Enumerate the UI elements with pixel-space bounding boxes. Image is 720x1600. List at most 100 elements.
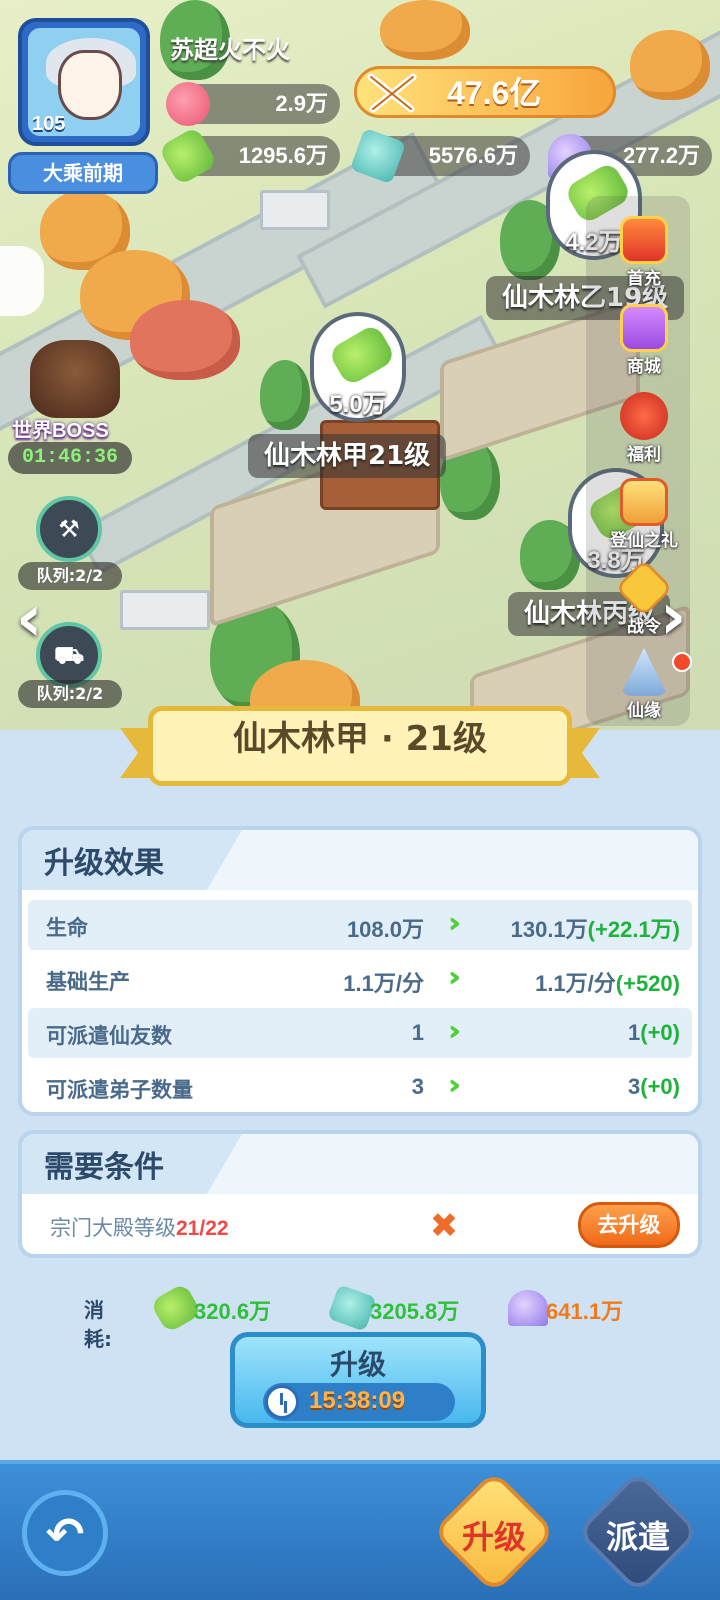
world-boss-icon[interactable]	[30, 340, 120, 418]
wood-resource[interactable]: 1295.6万	[157, 125, 340, 187]
chevron-right-icon[interactable]: ›	[660, 580, 686, 654]
cost-value: 641.1万	[546, 1299, 624, 1324]
player-avatar[interactable]: 105	[18, 18, 150, 146]
go-upgrade-button[interactable]: 去升级	[578, 1202, 680, 1248]
queue-label: 队列:2/2	[18, 680, 122, 708]
effect-current: 1.1万/分	[343, 971, 424, 996]
effect-next: 1(+0)	[628, 1020, 680, 1046]
card-header: 需要条件	[22, 1134, 698, 1194]
effect-label: 基础生产	[46, 970, 130, 994]
requirement-text: 宗门大殿等级21/22	[50, 1212, 229, 1242]
effect-next-value: 1	[628, 1020, 641, 1045]
building-label[interactable]: 仙木林甲21级	[248, 434, 447, 478]
tree	[630, 30, 710, 100]
menu-label: 登仙之礼	[610, 531, 678, 551]
effect-current: 3	[411, 1074, 424, 1099]
building-title-ribbon: 仙木林甲 · 21级	[120, 700, 600, 792]
crossed-swords-icon	[367, 73, 417, 113]
combat-power[interactable]: 47.6亿	[354, 66, 616, 118]
world-boss-timer: 01:46:36	[8, 442, 132, 474]
wood-amount: 1295.6万	[238, 143, 328, 168]
yield-amount: 5.0万	[329, 391, 387, 418]
player-name: 苏超火不火	[170, 36, 290, 64]
double-chevron-icon: ››	[448, 1068, 461, 1101]
tab-dispatch-label: 派遣	[605, 1518, 670, 1556]
back-button[interactable]: ↶	[22, 1490, 108, 1576]
side-drawer-tab[interactable]	[0, 246, 44, 316]
gift-box-icon	[620, 478, 668, 526]
effect-next: 3(+0)	[628, 1074, 680, 1100]
tree	[260, 360, 310, 430]
requirements-card: 需要条件 宗门大殿等级21/22 ✖ 去升级	[18, 1130, 702, 1258]
player-level: 105	[32, 113, 66, 135]
first-recharge-icon	[620, 216, 668, 264]
building-title: 仙木林甲 · 21级	[148, 706, 572, 786]
card-header: 升级效果	[22, 830, 698, 890]
menu-ascension-gift[interactable]: 登仙之礼	[594, 474, 694, 560]
upgrade-timer-value: 15:38:09	[309, 1387, 406, 1414]
stone-amount: 5576.6万	[428, 143, 518, 168]
requirement-progress: 21/22	[176, 1217, 229, 1240]
card-title: 升级效果	[44, 846, 164, 881]
cost-value: 320.6万	[194, 1299, 272, 1324]
effect-next-value: 130.1万	[510, 917, 588, 942]
effect-row: 生命 108.0万 ›› 130.1万(+22.1万)	[28, 900, 692, 950]
effect-delta: (+22.1万)	[587, 917, 680, 942]
combat-power-value: 47.6亿	[447, 75, 542, 111]
effect-current: 108.0万	[346, 917, 424, 942]
effect-next-value: 1.1万/分	[535, 971, 616, 996]
effect-label: 可派遣弟子数量	[46, 1078, 193, 1102]
chevron-left-icon[interactable]: ‹	[16, 582, 42, 656]
stone-resource[interactable]: 5576.6万	[349, 127, 530, 185]
realm-badge: 大乘前期	[8, 152, 158, 194]
crystal-amount: 277.2万	[622, 143, 700, 168]
menu-shop[interactable]: 商城	[594, 300, 694, 386]
requirement-label: 宗门大殿等级	[50, 1216, 176, 1240]
axe-icon: ⚒	[58, 515, 80, 543]
upgrade-button-label: 升级	[329, 1348, 386, 1381]
fence	[120, 590, 210, 630]
unmet-x-icon: ✖	[429, 1206, 459, 1246]
tree	[130, 300, 240, 380]
avatar-face	[58, 50, 122, 120]
effect-row: 基础生产 1.1万/分 ›› 1.1万/分(+520)	[28, 954, 692, 1004]
tab-upgrade-label: 升级	[461, 1518, 526, 1556]
upgrade-timer: 15:38:09	[263, 1383, 455, 1421]
cost-value: 3205.8万	[370, 1299, 460, 1324]
crystal-icon	[508, 1290, 548, 1326]
notification-dot	[672, 652, 692, 672]
tab-upgrade[interactable]: 升级	[431, 1469, 557, 1595]
effect-label: 可派遣仙友数	[46, 1024, 172, 1048]
effect-delta: (+520)	[615, 971, 680, 996]
clock-icon	[265, 1385, 299, 1419]
card-title: 需要条件	[44, 1150, 164, 1185]
peach-resource[interactable]: 2.9万	[166, 82, 340, 126]
upgrade-button[interactable]: 升级 15:38:09	[230, 1332, 486, 1428]
building-yield-bubble[interactable]: 5.0万	[310, 312, 406, 422]
peach-amount: 2.9万	[275, 91, 328, 116]
queue-button[interactable]: ⚒	[36, 496, 102, 562]
red-pouch-icon	[620, 392, 668, 440]
bottom-nav: ↶ 升级 派遣	[0, 1460, 720, 1600]
effect-delta: (+0)	[640, 1074, 680, 1099]
double-chevron-icon: ››	[448, 960, 461, 993]
tab-dispatch[interactable]: 派遣	[575, 1469, 701, 1595]
effect-row: 可派遣仙友数 1 ›› 1(+0)	[28, 1008, 692, 1058]
menu-first-recharge[interactable]: 首充	[594, 212, 694, 298]
double-chevron-icon: ››	[448, 1014, 461, 1047]
mountain-icon	[620, 648, 668, 696]
back-arrow-icon: ↶	[45, 1507, 85, 1561]
queue-button[interactable]: ⛟	[36, 622, 102, 688]
menu-welfare[interactable]: 福利	[594, 388, 694, 474]
effect-next: 130.1万(+22.1万)	[511, 912, 680, 944]
double-chevron-icon: ››	[448, 906, 461, 939]
menu-label: 商城	[627, 357, 661, 377]
effect-next-value: 3	[628, 1074, 641, 1099]
menu-label: 首充	[627, 269, 661, 289]
effect-label: 生命	[46, 916, 88, 940]
peach-icon	[166, 82, 210, 126]
cost-label: 消耗:	[84, 1298, 112, 1351]
effect-current: 1	[411, 1020, 424, 1045]
fence	[260, 190, 330, 230]
effect-next: 1.1万/分(+520)	[535, 966, 680, 998]
